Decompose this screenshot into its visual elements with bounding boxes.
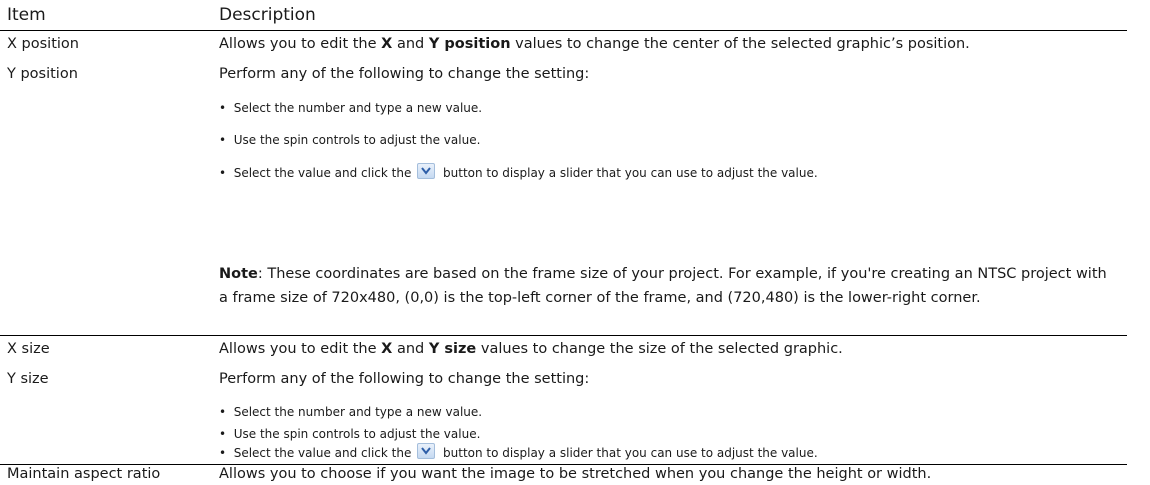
row-separator (0, 335, 1127, 336)
chevron-down-icon (417, 163, 436, 179)
settings-table: Item Description X position Allows you t… (0, 0, 1150, 485)
list-item: • Select the value and click the button … (219, 163, 818, 182)
row-item-y-position: Y position (7, 66, 78, 82)
row-desc-y-size: Perform any of the following to change t… (219, 371, 590, 387)
list-item: • Use the spin controls to adjust the va… (219, 427, 481, 441)
row-desc-x-position: Allows you to edit the X and Y position … (219, 36, 970, 52)
chevron-down-icon (417, 443, 436, 459)
table-top-rule (0, 30, 1127, 31)
row-item-y-size: Y size (7, 371, 49, 387)
list-item: • Select the number and type a new value… (219, 405, 483, 419)
column-header-item: Item (7, 5, 46, 25)
list-item: • Select the number and type a new value… (219, 101, 483, 115)
row-desc-maintain-aspect-ratio: Allows you to choose if you want the ima… (219, 466, 932, 482)
row-desc-y-position: Perform any of the following to change t… (219, 66, 590, 82)
row-item-x-position: X position (7, 36, 79, 52)
row-item-maintain-aspect-ratio: Maintain aspect ratio (7, 466, 161, 482)
note-paragraph: Note: These coordinates are based on the… (219, 266, 1107, 306)
column-header-description: Description (219, 5, 316, 25)
list-item: • Select the value and click the button … (219, 443, 818, 462)
row-desc-x-size: Allows you to edit the X and Y size valu… (219, 341, 843, 357)
list-item: • Use the spin controls to adjust the va… (219, 133, 481, 147)
row-item-x-size: X size (7, 341, 50, 357)
